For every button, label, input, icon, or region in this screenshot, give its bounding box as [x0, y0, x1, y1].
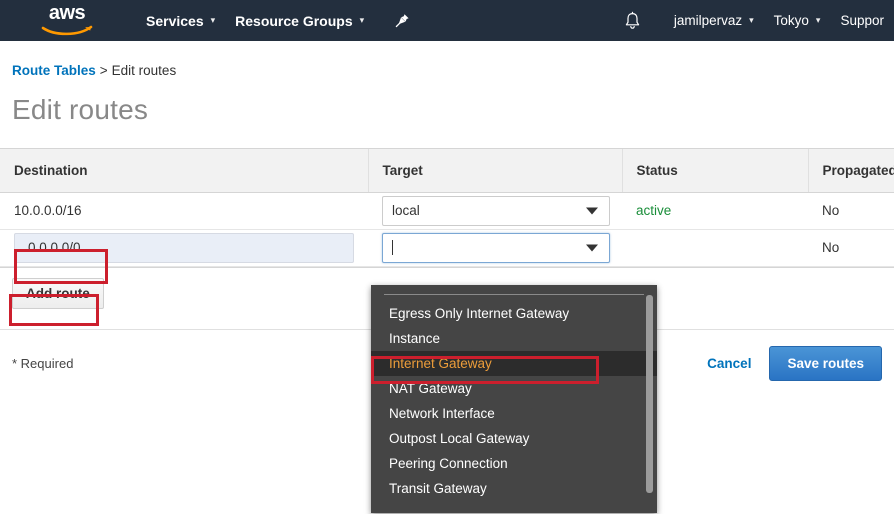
destination-input-value: 0.0.0.0/0	[28, 240, 81, 255]
pin-glyph	[395, 14, 409, 28]
nav-support-label: Suppor	[840, 13, 884, 28]
cancel-button[interactable]: Cancel	[707, 356, 751, 371]
dropdown-item-transit-gateway[interactable]: Transit Gateway	[371, 476, 657, 501]
aws-logo-text: aws	[48, 1, 86, 24]
dropdown-item-egress-only-internet-gateway[interactable]: Egress Only Internet Gateway	[371, 301, 657, 326]
nav-support[interactable]: Suppor	[830, 0, 894, 41]
nav-account-label: jamilpervaz	[673, 13, 743, 28]
routes-table-head: Destination Target Status Propagated	[0, 149, 894, 193]
breadcrumb: Route Tables > Edit routes	[12, 63, 894, 78]
required-note: * Required	[12, 355, 74, 371]
cell-target	[368, 229, 622, 267]
save-routes-button[interactable]: Save routes	[769, 345, 882, 381]
cell-propagated: No	[808, 229, 894, 267]
aws-smile-icon	[41, 25, 93, 35]
target-dropdown-menu[interactable]: Egress Only Internet Gateway Instance In…	[371, 285, 657, 513]
nav-resource-groups-label: Resource Groups	[235, 12, 353, 29]
routes-table-body: 10.0.0.0/16 local active No 0.0.0.0/0 No	[0, 192, 894, 267]
chevron-down-icon: ▾	[210, 15, 216, 25]
bell-glyph	[626, 11, 640, 29]
nav-services[interactable]: Services ▾	[136, 0, 225, 41]
cell-status	[622, 229, 808, 267]
text-cursor	[392, 240, 393, 255]
table-header-row: Destination Target Status Propagated	[0, 149, 894, 193]
column-header-target: Target	[368, 149, 623, 193]
dropdown-scrollbar[interactable]	[646, 295, 653, 493]
chevron-down-icon: ▾	[749, 15, 754, 25]
destination-input[interactable]: 0.0.0.0/0	[14, 232, 354, 263]
dropdown-item-network-interface[interactable]: Network Interface	[371, 401, 657, 426]
table-row: 0.0.0.0/0 No	[0, 229, 894, 267]
top-navigation-bar: aws Services ▾ Resource Groups ▾ jamilpe…	[0, 0, 894, 41]
dropdown-item-internet-gateway[interactable]: Internet Gateway	[371, 351, 657, 376]
chevron-down-icon: ▾	[359, 15, 365, 25]
routes-table-container: Destination Target Status Propagated 10.…	[0, 148, 894, 268]
nav-resource-groups[interactable]: Resource Groups ▾	[225, 0, 374, 41]
chevron-down-icon	[586, 207, 598, 214]
nav-region-tokyo[interactable]: Tokyo ▾	[764, 0, 831, 41]
dropdown-item-peering-connection[interactable]: Peering Connection	[371, 451, 657, 476]
chevron-down-icon	[586, 244, 598, 251]
nav-services-label: Services	[146, 12, 204, 29]
dropdown-item-nat-gateway[interactable]: NAT Gateway	[371, 376, 657, 401]
cell-target: local	[368, 192, 622, 230]
aws-logo[interactable]: aws	[38, 1, 96, 38]
nav-account-jamilpervaz[interactable]: jamilpervaz ▾	[664, 0, 764, 41]
status-badge: active	[636, 203, 672, 218]
add-route-zone: Add route	[12, 277, 104, 309]
breadcrumb-current: Edit routes	[111, 63, 177, 78]
routes-table: Destination Target Status Propagated 10.…	[0, 149, 894, 267]
page-title: Edit routes	[12, 94, 149, 125]
breadcrumb-route-tables-link[interactable]: Route Tables	[12, 63, 96, 78]
notifications-bell-icon[interactable]	[620, 8, 646, 34]
dropdown-item-instance[interactable]: Instance	[371, 326, 657, 351]
dropdown-top-divider	[384, 294, 644, 295]
nav-region-label: Tokyo	[773, 13, 809, 28]
footer-actions: Cancel Save routes	[707, 345, 882, 381]
column-header-destination: Destination	[0, 149, 369, 193]
cell-destination: 10.0.0.0/16	[0, 192, 368, 230]
column-header-status: Status	[622, 149, 809, 193]
column-header-propagated: Propagated	[808, 149, 894, 193]
target-select-local[interactable]: local	[382, 195, 610, 226]
target-select-new[interactable]	[382, 232, 610, 263]
breadcrumb-separator: >	[99, 63, 108, 78]
chevron-down-icon: ▾	[815, 15, 821, 25]
cell-propagated: No	[808, 192, 894, 230]
dropdown-item-outpost-local-gateway[interactable]: Outpost Local Gateway	[371, 426, 657, 451]
nav-right-group: jamilpervaz ▾ Tokyo ▾ Suppor	[620, 0, 894, 41]
pin-icon[interactable]	[392, 11, 412, 31]
cell-destination: 0.0.0.0/0	[0, 229, 368, 267]
table-row: 10.0.0.0/16 local active No	[0, 192, 894, 230]
add-route-button[interactable]: Add route	[12, 277, 104, 309]
cell-status: active	[622, 192, 808, 230]
target-select-value: local	[392, 203, 420, 218]
